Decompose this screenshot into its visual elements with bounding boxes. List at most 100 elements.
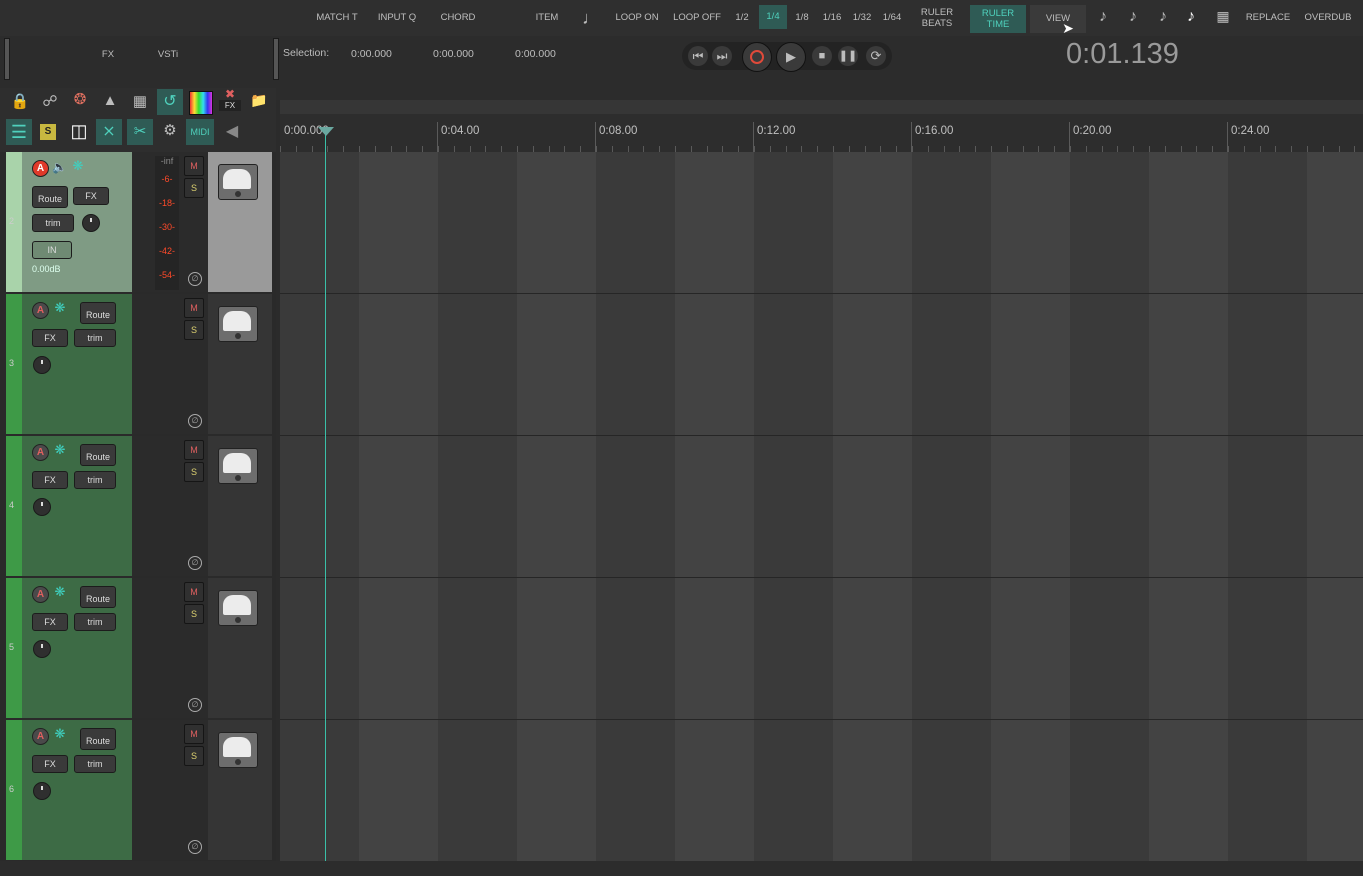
panel-splitter-right[interactable] [273,38,279,80]
go-to-end-icon[interactable]: ⏭ [712,46,732,66]
record-arm-button[interactable]: A [32,160,49,177]
envelope-tool-icon[interactable]: ⚙ [158,121,182,143]
mute-button[interactable]: M [184,156,204,176]
note-record-icon[interactable]: ♪ [1180,8,1202,30]
record-arm-icon[interactable]: ❂ [68,90,92,114]
metronome-icon[interactable]: ▦ [1212,8,1234,30]
grid-1-2-button[interactable]: 1/2 [732,0,752,36]
region-lane[interactable] [280,100,1363,114]
route-button[interactable]: Route [80,444,116,466]
selection-length[interactable]: 0:00.000 [515,48,556,60]
trim-button[interactable]: trim [32,214,74,232]
play-icon[interactable]: ▶ [776,42,806,72]
selection-start[interactable]: 0:00.000 [351,48,392,60]
input-q-button[interactable]: INPUT Q [374,0,420,36]
pan-knob[interactable] [33,782,51,800]
view-button[interactable]: VIEW [1030,5,1086,33]
link-icon[interactable]: ☍ [40,92,60,112]
fx-button[interactable]: FX [32,755,68,773]
input-select-button[interactable]: IN [32,241,72,259]
pan-knob[interactable] [82,214,100,232]
solo-button[interactable]: S [184,462,204,482]
go-to-start-icon[interactable]: ⏮ [688,46,708,66]
trim-button[interactable]: trim [74,329,116,347]
grid-icon[interactable]: ▦ [130,92,150,112]
phase-invert-icon[interactable]: ∅ [188,840,202,854]
input-monitor-icon[interactable]: ❋ [50,300,70,320]
track-3[interactable]: 3 A ❋ Route FX trim M S ∅ [6,294,272,434]
route-button[interactable]: Route [80,586,116,608]
track-6[interactable]: 6 A ❋ Route FX trim M S ∅ [6,720,272,860]
panel-splitter-left[interactable] [4,38,10,80]
grid-1-16-button[interactable]: 1/16 [820,0,844,36]
trim-button[interactable]: trim [74,471,116,489]
horizontal-scrollbar[interactable] [0,861,1363,876]
playhead-cursor[interactable] [325,128,326,876]
route-button[interactable]: Route [80,302,116,324]
playhead-marker-icon[interactable] [318,127,334,136]
phase-invert-icon[interactable]: ∅ [188,272,202,286]
mute-button[interactable]: M [184,724,204,744]
vsti-browser-label[interactable]: VSTi [152,49,184,60]
midi-editor-button[interactable]: MIDI [186,119,214,145]
trim-button[interactable]: trim [74,613,116,631]
track-5[interactable]: 5 A ❋ Route FX trim M S ∅ [6,578,272,718]
track-list-icon[interactable]: ☰ [6,119,32,145]
trim-button[interactable]: trim [74,755,116,773]
solo-button[interactable]: S [184,604,204,624]
color-picker-icon[interactable] [189,91,213,115]
selection-end[interactable]: 0:00.000 [433,48,474,60]
fx-bypass-icon[interactable]: ✖ FX [219,88,241,114]
overdub-button[interactable]: OVERDUB [1300,0,1356,36]
solo-button[interactable]: S [184,320,204,340]
record-arm-button[interactable]: A [32,444,49,461]
solo-button[interactable]: S [184,178,204,198]
grid-1-32-button[interactable]: 1/32 [850,0,874,36]
fx-button[interactable]: FX [32,613,68,631]
auto-crossfade-icon[interactable]: ▲ [100,92,120,112]
time-display[interactable]: 0:01.139 [1050,38,1195,71]
fx-browser-label[interactable]: FX [96,49,120,60]
snap-icon[interactable]: ↺ [157,89,183,115]
note-length-icon[interactable]: ♩ [580,8,602,30]
note-up-icon[interactable]: ♪ [1092,8,1114,30]
pan-knob[interactable] [33,498,51,516]
mute-button[interactable]: M [184,440,204,460]
phase-invert-icon[interactable]: ∅ [188,698,202,712]
phase-invert-icon[interactable]: ∅ [188,414,202,428]
stop-icon[interactable]: ■ [812,46,832,66]
split-view-icon[interactable]: ◫ [67,121,91,143]
collapse-arrow-icon[interactable]: ◀ [218,121,246,143]
ripple-edit-icon[interactable]: ⨯ [96,119,122,145]
solo-button[interactable]: S [184,746,204,766]
repeat-icon[interactable]: ⟳ [866,46,886,66]
trim-behind-icon[interactable]: ✂ [127,119,153,145]
fx-button[interactable]: FX [32,329,68,347]
grid-1-8-button[interactable]: 1/8 [792,0,812,36]
chord-button[interactable]: CHORD [436,0,480,36]
volume-readout[interactable]: 0.00dB [32,264,61,274]
loop-off-button[interactable]: LOOP OFF [670,0,724,36]
pan-knob[interactable] [33,356,51,374]
input-monitor-icon[interactable]: ❋ [50,726,70,746]
input-monitor-icon[interactable]: ❋ [50,584,70,604]
loop-on-button[interactable]: LOOP ON [612,0,662,36]
note-triplet-icon[interactable]: ♪ [1152,8,1174,30]
lock-icon[interactable]: 🔒 [10,92,30,112]
note-down-icon[interactable]: ♪ [1122,8,1144,30]
pause-icon[interactable]: ❚❚ [838,46,858,66]
fx-button[interactable]: FX [32,471,68,489]
mute-button[interactable]: M [184,582,204,602]
input-monitor-icon[interactable]: ❋ [68,158,88,178]
solo-toggle-button[interactable]: S [40,124,56,140]
record-arm-button[interactable]: A [32,728,49,745]
pan-knob[interactable] [33,640,51,658]
ruler-time-button[interactable]: RULER TIME [970,5,1026,33]
track-4[interactable]: 4 A ❋ Route FX trim M S ∅ [6,436,272,576]
replace-button[interactable]: REPLACE [1242,0,1294,36]
route-button[interactable]: Route [80,728,116,750]
grid-1-4-button[interactable]: 1/4 [759,5,787,29]
mute-button[interactable]: M [184,298,204,318]
route-button[interactable]: Route [32,186,68,208]
grid-1-64-button[interactable]: 1/64 [880,0,904,36]
